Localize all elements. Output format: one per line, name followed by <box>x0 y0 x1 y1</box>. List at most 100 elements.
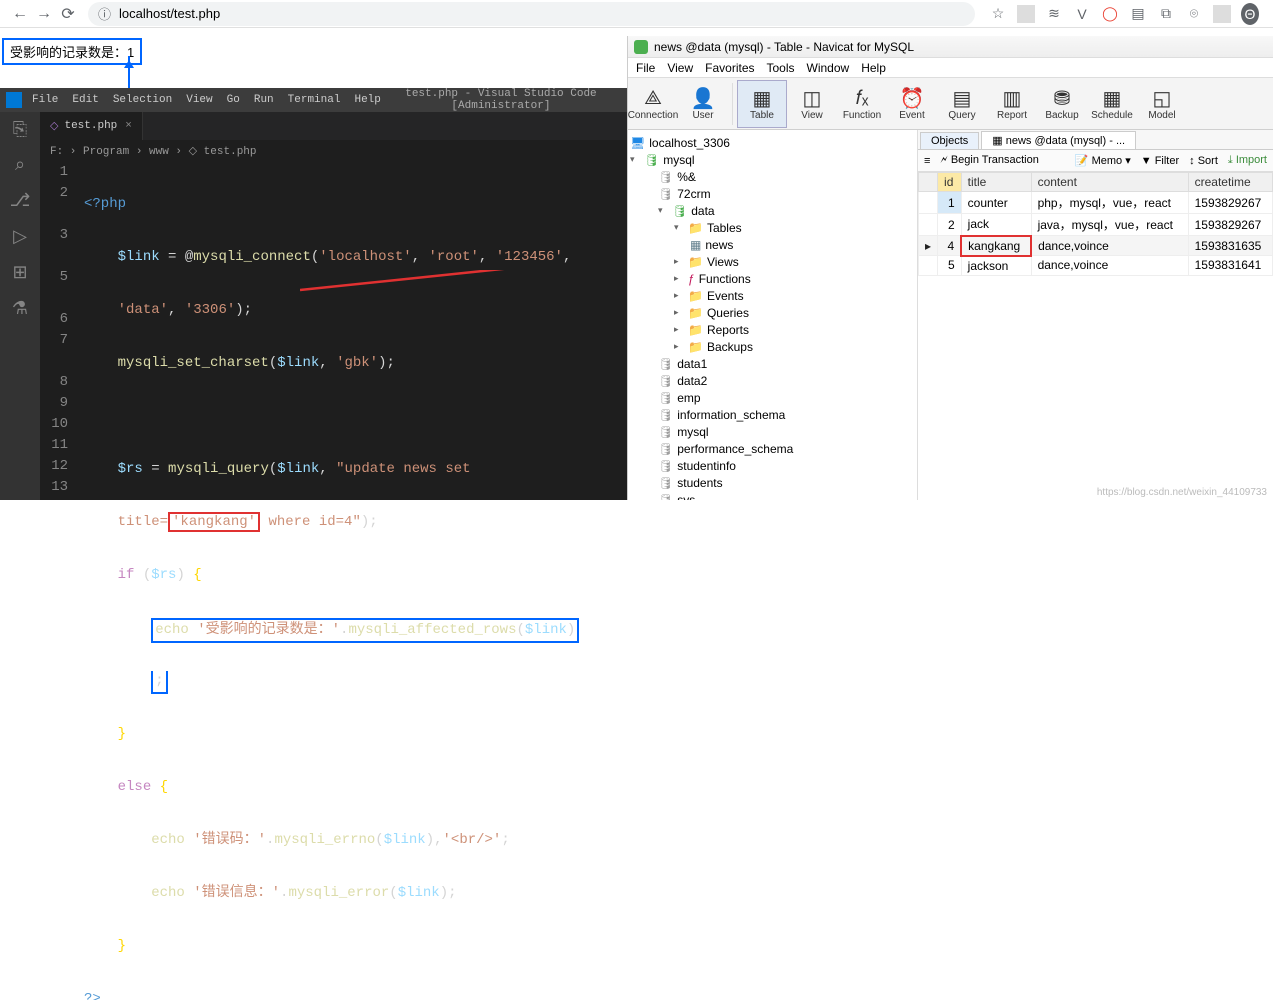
expand-icon[interactable]: ▸ <box>674 307 684 318</box>
toolbar-report[interactable]: ▥Report <box>987 80 1037 128</box>
menu-tools[interactable]: Tools <box>767 61 795 75</box>
tree-host[interactable]: localhost_3306 <box>649 136 730 150</box>
tree-db[interactable]: mysql <box>663 153 694 167</box>
code-area[interactable]: 1235678910111213 <?php $link = @mysqli_c… <box>40 162 627 1000</box>
tree-db[interactable]: mysql <box>677 425 708 439</box>
table-row[interactable]: 2jackjava，mysql，vue，react1593829267 <box>919 214 1273 236</box>
menu-icon[interactable]: ≡ <box>924 155 930 167</box>
tree-table-news[interactable]: news <box>705 238 733 252</box>
collapse-icon[interactable]: ▾ <box>674 222 684 233</box>
menu-terminal[interactable]: Terminal <box>288 94 341 106</box>
tree-events[interactable]: Events <box>707 289 744 303</box>
code-lines[interactable]: <?php $link = @mysqli_connect('localhost… <box>80 162 627 1000</box>
tree-db[interactable]: sys <box>677 493 695 501</box>
tree-queries[interactable]: Queries <box>707 306 749 320</box>
ext-icon[interactable]: ≋ <box>1045 5 1063 22</box>
collapse-icon[interactable]: ▾ <box>658 205 668 216</box>
menu-window[interactable]: Window <box>807 61 850 75</box>
nav-back-icon[interactable]: ← <box>8 5 32 23</box>
expand-icon[interactable]: ▸ <box>674 290 684 301</box>
tree-db[interactable]: 72crm <box>677 187 710 201</box>
data-grid[interactable]: id title content createtime 1counterphp，… <box>918 172 1273 500</box>
table-row[interactable]: 1counterphp，mysql，vue，react1593829267 <box>919 192 1273 214</box>
connection-tree[interactable]: 🖥localhost_3306 ▾🛢mysql 🛢%& 🛢72crm ▾🛢dat… <box>628 130 918 500</box>
close-tab-icon[interactable]: × <box>125 120 132 132</box>
star-icon[interactable]: ☆ <box>989 5 1007 22</box>
tree-reports[interactable]: Reports <box>707 323 749 337</box>
menu-file[interactable]: File <box>636 61 655 75</box>
begin-transaction-button[interactable]: 🗲 Begin Transaction <box>940 154 1038 167</box>
tree-tables[interactable]: Tables <box>707 221 742 235</box>
toolbar-user[interactable]: 👤User <box>678 80 728 128</box>
col-createtime[interactable]: createtime <box>1188 173 1272 192</box>
toolbar-view[interactable]: ◫View <box>787 80 837 128</box>
breadcrumb[interactable]: F: › Program › www › ◇ test.php <box>40 140 627 162</box>
menu-file[interactable]: File <box>32 94 58 106</box>
expand-icon[interactable]: ▸ <box>674 256 684 267</box>
nav-reload-icon[interactable]: ⟳ <box>56 4 80 24</box>
ext-icon[interactable]: V <box>1073 6 1091 22</box>
tree-db[interactable]: information_schema <box>677 408 785 422</box>
profile-avatar-icon[interactable]: Θ <box>1241 3 1259 25</box>
col-title[interactable]: title <box>961 173 1031 192</box>
explorer-icon[interactable]: ⎘ <box>13 120 27 141</box>
search-icon[interactable]: ⌕ <box>15 155 25 176</box>
toolbar-schedule[interactable]: ▦Schedule <box>1087 80 1137 128</box>
import-button[interactable]: ⤓ Import <box>1228 154 1267 167</box>
ext-icon[interactable]: ⧉ <box>1157 5 1175 22</box>
menu-favorites[interactable]: Favorites <box>705 61 754 75</box>
tree-db[interactable]: data2 <box>677 374 707 388</box>
filter-button[interactable]: ▼ Filter <box>1141 155 1179 167</box>
tree-db[interactable]: performance_schema <box>677 442 793 456</box>
expand-icon[interactable]: ▸ <box>674 341 684 352</box>
toolbar-query[interactable]: ▤Query <box>937 80 987 128</box>
nav-forward-icon[interactable]: → <box>32 5 56 23</box>
tree-db-data[interactable]: data <box>691 204 714 218</box>
address-input[interactable] <box>119 6 965 21</box>
scm-icon[interactable]: ⎇ <box>10 190 31 212</box>
menu-view[interactable]: View <box>186 94 212 106</box>
menu-selection[interactable]: Selection <box>113 94 172 106</box>
toolbar-connection[interactable]: ⟁Connection <box>628 80 678 128</box>
extensions-icon[interactable]: ⊞ <box>12 262 27 284</box>
tree-db[interactable]: data1 <box>677 357 707 371</box>
collapse-icon[interactable]: ▾ <box>630 154 640 165</box>
memo-button[interactable]: 📝 Memo ▾ <box>1075 154 1131 167</box>
sort-button[interactable]: ↕ Sort <box>1189 155 1218 167</box>
toolbar-model[interactable]: ◱Model <box>1137 80 1187 128</box>
site-info-icon[interactable]: ⓘ <box>98 4 111 23</box>
toolbar-event[interactable]: ⏰Event <box>887 80 937 128</box>
tree-backups[interactable]: Backups <box>707 340 753 354</box>
expand-icon[interactable]: ▸ <box>674 324 684 335</box>
tab-objects[interactable]: Objects <box>920 132 979 149</box>
table-row-current[interactable]: ▸4kangkangdance,voince1593831635 <box>919 236 1273 256</box>
tree-db[interactable]: %& <box>677 170 696 184</box>
ext-icon[interactable]: ◯ <box>1101 5 1119 22</box>
tree-views[interactable]: Views <box>707 255 739 269</box>
highlighted-cell-kangkang[interactable]: kangkang <box>961 236 1031 256</box>
menu-run[interactable]: Run <box>254 94 274 106</box>
tree-db[interactable]: students <box>677 476 722 490</box>
address-field-wrap[interactable]: ⓘ <box>88 2 975 26</box>
col-id[interactable]: id <box>938 173 962 192</box>
menu-go[interactable]: Go <box>227 94 240 106</box>
tree-db[interactable]: studentinfo <box>677 459 736 473</box>
menu-edit[interactable]: Edit <box>72 94 98 106</box>
expand-icon[interactable]: ▸ <box>674 273 684 284</box>
col-content[interactable]: content <box>1031 173 1188 192</box>
test-icon[interactable]: ⚗ <box>12 298 28 320</box>
toolbar-table[interactable]: ▦Table <box>737 80 787 128</box>
tab-test-php[interactable]: ◇ test.php × <box>40 112 143 140</box>
tab-news-table[interactable]: ▦ news @data (mysql) - ... <box>981 131 1136 149</box>
toolbar-function[interactable]: 𝑓ₓFunction <box>837 80 887 128</box>
toolbar-backup[interactable]: ⛃Backup <box>1037 80 1087 128</box>
menu-help[interactable]: Help <box>354 94 380 106</box>
tree-db[interactable]: emp <box>677 391 700 405</box>
ext-icon[interactable]: ▤ <box>1129 5 1147 22</box>
menu-help[interactable]: Help <box>861 61 886 75</box>
menu-view[interactable]: View <box>667 61 693 75</box>
table-row[interactable]: 5jacksondance,voince1593831641 <box>919 256 1273 276</box>
debug-icon[interactable]: ▷ <box>13 226 27 248</box>
tree-functions[interactable]: Functions <box>699 272 751 286</box>
ext-icon[interactable]: ⌾ <box>1185 5 1203 22</box>
